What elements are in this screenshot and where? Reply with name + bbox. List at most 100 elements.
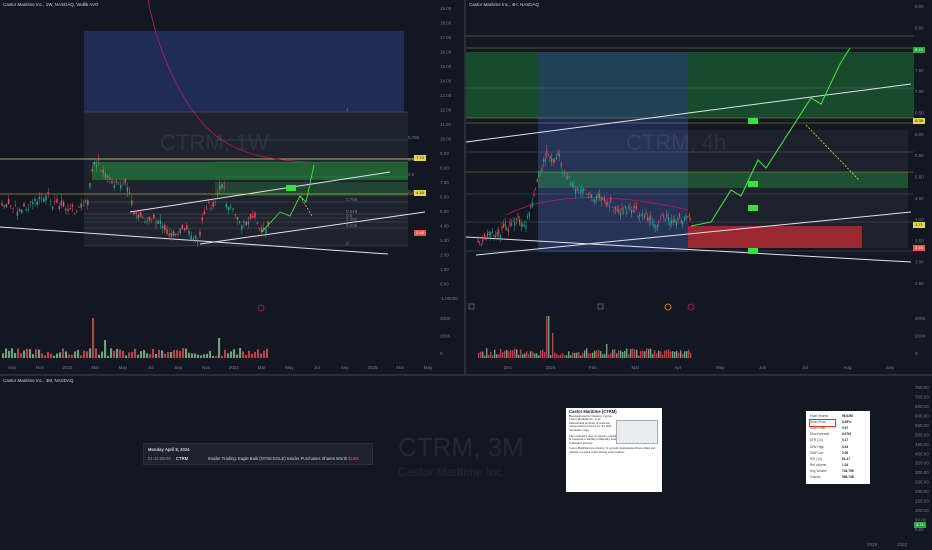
4h-volume-bar (500, 348, 502, 358)
4h-candle (669, 222, 671, 225)
weekly-volume-bar (8, 350, 11, 358)
3m-price-label: 200.00 (915, 489, 929, 494)
weekly-time-label: Sep (8, 365, 17, 370)
3m-header: Castor Maritime Inc., 3M, NASDAQ (3, 378, 74, 383)
4h-candle (531, 202, 533, 207)
4h-flag-marker-2[interactable] (597, 303, 604, 310)
weekly-time-label: May (285, 365, 294, 370)
chart-pane-3m[interactable]: CTRM, 3M Castor Maritime Inc. 750.00 700.… (0, 376, 932, 550)
weekly-price-label: 18.00 (440, 21, 452, 26)
4h-candle (514, 222, 516, 227)
weekly-volume-bar (92, 318, 95, 358)
4h-volume-bar (592, 352, 594, 358)
weekly-volume-bar (260, 353, 263, 358)
weekly-candle (179, 228, 181, 234)
weekly-event-marker[interactable] (257, 304, 265, 312)
4h-volume-bar (528, 353, 530, 358)
4h-time-label: Sep (886, 365, 895, 370)
weekly-time-label: Mar (91, 365, 99, 370)
4h-candle (643, 215, 645, 219)
weekly-candle (25, 209, 27, 211)
weekly-candle (190, 235, 192, 240)
4h-candle (642, 213, 644, 215)
4h-volume-bar (652, 354, 654, 358)
weekly-volume-bar (233, 349, 236, 358)
4h-candle (488, 231, 490, 235)
weekly-volume-bar (197, 354, 200, 358)
4h-volume-bar (594, 350, 596, 358)
4h-volume-bar (628, 354, 630, 358)
4h-volume-bar (666, 349, 668, 358)
weekly-candle (258, 228, 261, 229)
4h-volume-bar (602, 354, 604, 358)
weekly-candle (113, 185, 115, 188)
4h-candle (688, 214, 690, 218)
4h-volume-bar (542, 349, 544, 358)
4h-candle (581, 188, 583, 194)
weekly-candle (23, 203, 25, 207)
weekly-fib-label: 0.236 (346, 223, 358, 228)
blue-target-zone (84, 31, 404, 112)
4h-volume-bar (482, 351, 484, 358)
3m-chart-canvas[interactable]: CTRM, 3M Castor Maritime Inc. 750.00 700.… (0, 376, 932, 550)
4h-candle (672, 220, 674, 222)
stats-value: 0.17 (842, 438, 849, 443)
weekly-volume-bar (149, 354, 152, 358)
stats-value: 1.34 (842, 462, 849, 467)
weekly-volume-bar (221, 355, 224, 358)
4h-candle (616, 209, 618, 212)
4h-time-label: 2024 (545, 365, 556, 370)
4h-volume-bar (648, 349, 650, 358)
weekly-volume-bar (143, 350, 146, 358)
4h-candle (485, 239, 487, 241)
4h-dividend-marker[interactable] (664, 303, 672, 311)
weekly-volume-bar (161, 350, 164, 358)
weekly-candle (95, 165, 98, 167)
weekly-candle (78, 207, 80, 208)
weekly-candle (109, 178, 111, 180)
chart-pane-weekly[interactable]: 10.7860.6180.50.3820.23600.7860.6180.50.… (0, 0, 464, 374)
4h-candle (603, 198, 605, 202)
4h-flag-marker-1[interactable] (468, 303, 475, 310)
weekly-candle (56, 199, 58, 203)
4h-volume-bar (550, 355, 552, 358)
weekly-volume-bar (53, 355, 56, 358)
weekly-price-axis: 19.00 18.00 17.00 16.00 15.00 14.00 13.00 12.00… (440, 6, 458, 356)
chart-pane-4h[interactable]: CTRM, 4h 9.008.508.007.507.006.506.005.5… (466, 0, 932, 374)
4h-volume-bar (554, 352, 556, 358)
4h-price-label: 6.00 (915, 132, 924, 137)
4h-candle (496, 231, 498, 236)
weekly-volume-bar (251, 353, 254, 358)
weekly-candle (65, 208, 67, 211)
4h-price-label: 2.50 (915, 281, 924, 286)
company-info-para-3: Castor Maritime has a history of sporadi… (569, 446, 656, 454)
weekly-candle (21, 209, 23, 214)
weekly-candle (166, 229, 168, 234)
news-ticker[interactable]: CTRM (176, 456, 188, 461)
4h-candle (645, 212, 647, 214)
3m-price-label: 350.00 (915, 461, 929, 466)
4h-candle (677, 217, 679, 221)
4h-volume-bar (536, 353, 538, 358)
4h-volume-bar (586, 348, 588, 358)
4h-chart-canvas[interactable]: CTRM, 4h 9.008.508.007.507.006.506.005.5… (466, 0, 932, 374)
4h-volume-bar (486, 348, 488, 358)
4h-candle (549, 156, 551, 159)
weekly-candle (16, 211, 19, 216)
4h-volume-bar (654, 350, 656, 358)
4h-candle (589, 196, 591, 198)
4h-candle (690, 217, 692, 220)
4h-candle (634, 205, 636, 209)
4h-volume-label: 400K (915, 316, 926, 321)
4h-candle (517, 215, 519, 218)
weekly-candle (98, 159, 100, 161)
weekly-chart-canvas[interactable]: 10.7860.6180.50.3820.23600.7860.6180.50.… (0, 0, 464, 374)
4h-event-marker[interactable] (687, 303, 695, 311)
news-headline[interactable]: Insider Trading: Eagle Bulk (NYSE:EGLE) … (208, 456, 359, 461)
weekly-candle (69, 207, 71, 209)
weekly-candle (10, 205, 12, 207)
weekly-candle (67, 209, 69, 212)
news-popup[interactable]: Monday April 8, 2024 01:42:20AM CTRM Ins… (143, 443, 373, 465)
weekly-volume-bar (152, 348, 155, 358)
4h-volume-bar (478, 352, 480, 358)
